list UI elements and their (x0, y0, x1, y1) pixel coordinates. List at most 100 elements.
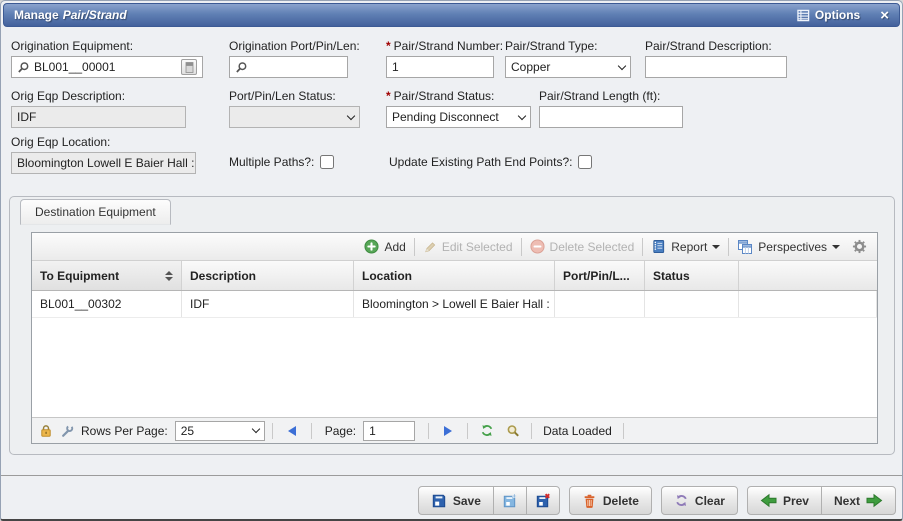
orig-eqp-description-label: Orig Eqp Description: (11, 89, 125, 103)
lock-icon[interactable] (39, 424, 53, 438)
multiple-paths-label: Multiple Paths?: (229, 155, 314, 169)
options-button[interactable]: Options (797, 8, 860, 22)
save-button-group: Save (418, 486, 560, 515)
nav-button-group: Prev Next (747, 486, 896, 515)
toolbar-separator (642, 238, 643, 256)
chevron-down-icon (832, 245, 840, 249)
cell-status (645, 291, 739, 317)
footer-separator (467, 423, 468, 439)
required-marker: * (386, 39, 391, 53)
orig-eqp-description-value: IDF (17, 110, 36, 124)
page-input[interactable]: 1 (363, 421, 415, 441)
equipment-picker-button[interactable] (181, 59, 197, 75)
add-icon (364, 239, 379, 254)
search-icon (17, 61, 30, 74)
report-button[interactable]: Report (651, 239, 720, 254)
multiple-paths-checkbox[interactable] (320, 155, 334, 169)
delete-button[interactable]: Delete (569, 486, 652, 515)
title-prefix: Manage (14, 8, 59, 22)
delete-selected-button[interactable]: Delete Selected (530, 239, 635, 254)
cell-location: Bloomington > Lowell E Baier Hall : ... (354, 291, 555, 317)
cell-description: IDF (182, 291, 354, 317)
save-icon (431, 493, 447, 509)
column-header-location[interactable]: Location (354, 261, 555, 290)
cell-to-equipment: BL001__00302 (32, 291, 182, 317)
multiple-paths-row: Multiple Paths?: (229, 155, 334, 169)
column-header-port-pin-len[interactable]: Port/Pin/L... (555, 261, 645, 290)
pair-strand-status-label: *Pair/Strand Status: (386, 89, 494, 103)
next-page-icon[interactable] (444, 426, 452, 436)
page-value: 1 (369, 424, 376, 438)
column-header-to-equipment[interactable]: To Equipment (32, 261, 182, 290)
grid-footer: Rows Per Page: 25 Page: 1 Data Loaded (32, 417, 877, 443)
actions-divider (1, 475, 902, 476)
footer-separator (272, 423, 273, 439)
search-icon[interactable] (506, 424, 520, 438)
save-close-button[interactable] (526, 486, 560, 515)
port-pin-len-status-label: Port/Pin/Len Status: (229, 89, 336, 103)
refresh-icon[interactable] (479, 423, 495, 438)
add-button[interactable]: Add (364, 239, 405, 254)
sort-icon[interactable] (165, 271, 173, 281)
gear-icon[interactable] (852, 239, 867, 254)
pair-strand-status-select[interactable]: Pending Disconnect (386, 106, 531, 128)
column-header-status[interactable]: Status (645, 261, 739, 290)
manage-pair-strand-dialog: ManagePair/Strand Options × Origination … (0, 0, 903, 521)
port-pin-len-status-select[interactable] (229, 106, 360, 128)
chevron-down-icon (347, 111, 355, 119)
pair-strand-length-label: Pair/Strand Length (ft): (539, 89, 660, 103)
title-emphasis: Pair/Strand (63, 8, 127, 22)
grid-toolbar: Add Edit Selected Delete Selected (32, 233, 877, 261)
toolbar-separator (521, 238, 522, 256)
save-add-icon (502, 493, 518, 509)
pair-strand-number-field[interactable]: 1 (386, 56, 494, 78)
chevron-down-icon (712, 245, 720, 249)
destination-grid: Add Edit Selected Delete Selected (31, 232, 878, 444)
origination-equipment-field[interactable]: BL001__00001 (11, 56, 203, 78)
arrow-right-icon (866, 493, 883, 508)
chevron-down-icon (618, 61, 626, 69)
origination-port-field[interactable] (229, 56, 348, 78)
save-button[interactable]: Save (418, 486, 494, 515)
tab-destination-equipment[interactable]: Destination Equipment (20, 199, 171, 225)
options-list-icon (797, 9, 810, 22)
rows-per-page-value: 25 (181, 424, 194, 438)
footer-separator (428, 423, 429, 439)
close-icon[interactable]: × (880, 8, 889, 23)
column-header-description[interactable]: Description (182, 261, 354, 290)
edit-selected-button[interactable]: Edit Selected (423, 240, 513, 254)
remove-icon (530, 239, 545, 254)
chevron-down-icon (251, 425, 259, 433)
chevron-down-icon (518, 111, 526, 119)
pair-strand-type-value: Copper (511, 60, 550, 74)
footer-separator (623, 423, 624, 439)
wrench-icon[interactable] (60, 424, 74, 438)
save-add-button[interactable] (493, 486, 527, 515)
next-button[interactable]: Next (821, 486, 896, 515)
clear-button[interactable]: Clear (661, 486, 738, 515)
dialog-title: Manage Pair/Strand (14, 8, 127, 22)
prev-page-icon[interactable] (288, 426, 296, 436)
orig-eqp-location-label: Orig Eqp Location: (11, 135, 110, 149)
prev-button[interactable]: Prev (747, 486, 822, 515)
cell-empty (739, 291, 877, 317)
orig-eqp-description-field: IDF (11, 106, 186, 128)
table-row[interactable]: BL001__00302 IDF Bloomington > Lowell E … (32, 291, 877, 318)
perspectives-icon (737, 239, 753, 255)
options-label: Options (815, 8, 860, 22)
update-existing-checkbox[interactable] (578, 155, 592, 169)
pair-strand-length-field[interactable] (539, 106, 683, 128)
footer-separator (311, 423, 312, 439)
perspectives-button[interactable]: Perspectives (737, 239, 840, 255)
rows-per-page-select[interactable]: 25 (175, 421, 265, 441)
pair-strand-type-select[interactable]: Copper (505, 56, 631, 78)
update-existing-row: Update Existing Path End Points?: (389, 155, 592, 169)
cell-port-pin-len (555, 291, 645, 317)
pair-strand-description-label: Pair/Strand Description: (645, 39, 772, 53)
pair-strand-description-field[interactable] (645, 56, 787, 78)
report-icon (651, 239, 666, 254)
toolbar-separator (728, 238, 729, 256)
clear-icon (674, 493, 689, 508)
footer-separator (531, 423, 532, 439)
orig-eqp-location-value: Bloomington Lowell E Baier Hall : Bl (17, 156, 196, 170)
